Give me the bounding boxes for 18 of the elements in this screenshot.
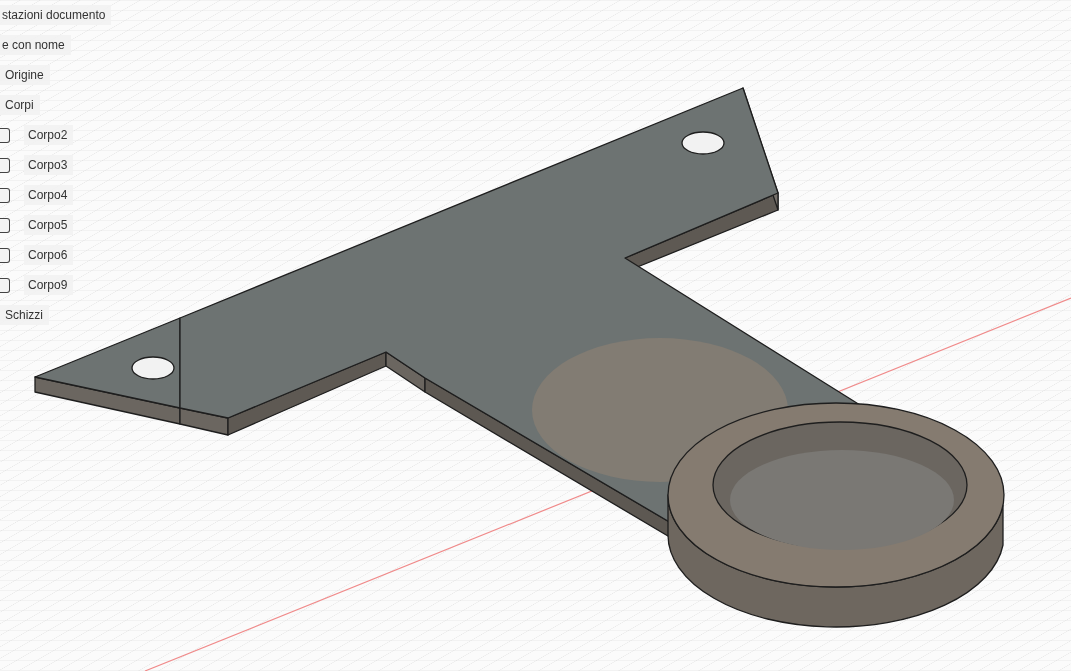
body-item[interactable]: Corpo6 bbox=[24, 245, 74, 265]
browser-item[interactable]: Schizzi bbox=[0, 305, 49, 325]
body-icon[interactable] bbox=[0, 247, 10, 263]
browser-item[interactable]: Origine bbox=[0, 65, 50, 85]
browser-item[interactable]: e con nome bbox=[0, 35, 71, 55]
body-item[interactable]: Corpo5 bbox=[24, 215, 74, 235]
body-item[interactable]: Corpo2 bbox=[24, 125, 74, 145]
browser-item[interactable]: Corpi bbox=[0, 95, 40, 115]
body-icon[interactable] bbox=[0, 127, 10, 143]
body-icon[interactable] bbox=[0, 157, 10, 173]
browser-item[interactable]: stazioni documento bbox=[0, 5, 112, 25]
body-icon[interactable] bbox=[0, 217, 10, 233]
body-icon[interactable] bbox=[0, 187, 10, 203]
body-item[interactable]: Corpo9 bbox=[24, 275, 74, 295]
3d-viewport[interactable]: stazioni documento e con nome Origine Corpi Corpo2 Corpo3 Corpo4 Corpo5 Corpo6 Corpo9 Schizzi bbox=[0, 0, 1071, 671]
body-item[interactable]: Corpo4 bbox=[24, 185, 74, 205]
body-item[interactable]: Corpo3 bbox=[24, 155, 74, 175]
body-icon[interactable] bbox=[0, 277, 10, 293]
